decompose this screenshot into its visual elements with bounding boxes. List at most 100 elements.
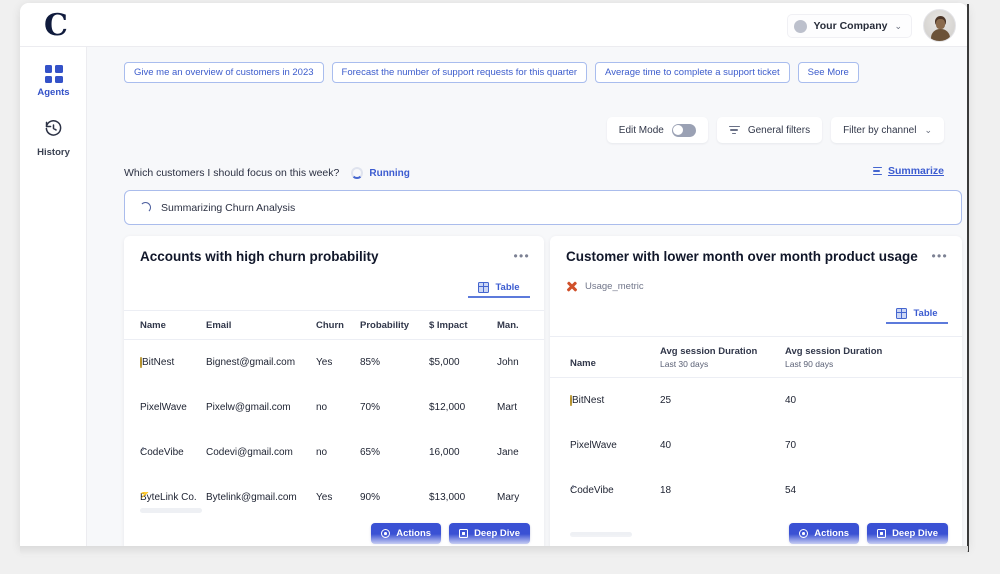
table-row[interactable]: CodeVibe Codevi@gmail.com no 65% 16,000 … [124,430,544,475]
column-header-manager: Man. [497,320,519,331]
chevron-down-icon: ⌄ [924,124,932,135]
card-menu-icon[interactable]: ••• [931,250,948,262]
cell-name: PixelWave [550,440,660,451]
card-menu-icon[interactable]: ••• [513,250,530,262]
table-row[interactable]: PixelWave Pixelw@gmail.com no 70% $12,00… [124,385,544,430]
tab-table-label: Table [913,308,938,319]
column-header-impact: $ Impact [429,320,468,331]
cell-impact: $12,000 [429,402,466,413]
main-content: Give me an overview of customers in 2023… [87,47,968,548]
column-header-avg-30: Avg session Duration Last 30 days [660,346,785,369]
column-header-email: Email [206,320,232,331]
page-title: Customer with lower month over month pro… [566,249,918,264]
query-status: Running [351,167,410,179]
edit-mode-control[interactable]: Edit Mode [606,117,708,143]
edit-mode-toggle[interactable] [671,123,696,137]
cell-email: Pixelw@gmail.com [206,402,291,413]
company-avatar-icon [793,19,807,33]
user-avatar[interactable] [923,9,956,42]
cell-name-label: BitNest [142,357,175,368]
cell-name-label: CodeVibe [570,485,614,496]
tab-table-label: Table [495,282,520,293]
column-header-avg-90-main: Avg session Duration [785,346,883,357]
cell-probability: 70% [360,402,381,413]
usage-table: Name Avg session Duration Last 30 days A… [550,336,962,513]
app-logo: C [44,8,68,43]
tab-underline [468,296,530,298]
controls-row: Edit Mode General filters Filter by chan… [606,117,944,143]
table-icon [896,308,908,319]
table-icon [478,282,490,293]
status-banner: Summarizing Churn Analysis [124,190,962,225]
company-selector[interactable]: Your Company ⌄ [786,14,912,38]
screen-root: C Your Company ⌄ Agents History Give me … [0,0,1000,574]
cell-avg-90: 40 [785,395,797,406]
cell-probability: 65% [360,447,381,458]
query-status-label: Running [369,167,410,179]
cell-manager: Mary [497,492,520,503]
cell-name-label: PixelWave [570,440,617,451]
cell-name: CodeVibe [124,447,206,458]
cell-churn: no [316,447,328,458]
cell-churn: Yes [316,492,333,503]
table-row[interactable]: ByteLink Co. Bytelink@gmail.com Yes 90% … [124,475,544,520]
suggestion-chip-1[interactable]: Give me an overview of customers in 2023 [124,62,324,83]
spinner-icon [140,202,151,213]
filter-by-channel-select[interactable]: Filter by channel ⌄ [831,117,944,143]
filter-by-channel-label: Filter by channel [843,124,917,136]
card-churn-probability: Accounts with high churn probability •••… [124,236,544,548]
cell-name: BitNest [124,357,206,368]
status-banner-text: Summarizing Churn Analysis [161,201,296,214]
cell-avg-30: 25 [660,395,672,406]
card-product-usage: Customer with lower month over month pro… [550,236,962,548]
sidebar-item-agents-label: Agents [37,87,70,98]
avatar-face-shape [936,19,945,29]
cell-email: Bignest@gmail.com [206,357,296,368]
column-header-churn: Churn [316,320,344,331]
table-header-row: Name Email Churn Probability $ Impact Ma… [124,310,544,340]
summarize-button[interactable]: Summarize [872,165,944,177]
sidebar-item-history-label: History [37,147,70,158]
see-more-button[interactable]: See More [797,62,859,83]
cell-manager: Jane [497,447,519,458]
sidebar-item-history[interactable]: History [20,119,87,158]
window-bottom-edge [20,546,968,556]
column-header-probability: Probability [360,320,410,331]
coin-badge-icon [140,357,142,368]
loading-placeholder-bar [140,508,202,513]
summarize-icon [872,166,882,176]
usage-metric-chip[interactable]: Usage_metric [566,280,644,293]
general-filters-button[interactable]: General filters [716,117,823,143]
tab-underline [886,322,948,324]
cell-churn: Yes [316,357,333,368]
churn-table: Name Email Churn Probability $ Impact Ma… [124,310,544,520]
app-window: C Your Company ⌄ Agents History Give me … [20,3,968,548]
edit-mode-label: Edit Mode [618,124,664,136]
cell-impact: $13,000 [429,492,466,503]
suggestion-chip-2[interactable]: Forecast the number of support requests … [331,62,588,83]
cell-probability: 90% [360,492,381,503]
cell-manager: Mart [497,402,517,413]
cell-avg-30: 40 [660,440,672,451]
cell-avg-30: 18 [660,485,672,496]
sidebar-item-agents[interactable]: Agents [20,65,87,98]
column-header-avg-90-sub: Last 90 days [785,359,834,369]
tab-table[interactable]: Table [886,308,948,324]
table-row[interactable]: BitNest 25 40 [550,378,962,423]
table-row[interactable]: PixelWave 40 70 [550,423,962,468]
table-row[interactable]: CodeVibe 18 54 [550,468,962,513]
suggestion-chip-3[interactable]: Average time to complete a support ticke… [595,62,790,83]
cell-email: Codevi@gmail.com [206,447,293,458]
query-row: Which customers I should focus on this w… [124,167,410,179]
cell-email: Bytelink@gmail.com [206,492,297,503]
table-row[interactable]: BitNest Bignest@gmail.com Yes 85% $5,000… [124,340,544,385]
tab-table[interactable]: Table [468,282,530,298]
usage-metric-label: Usage_metric [585,280,644,292]
left-sidebar: Agents History [20,47,87,548]
page-title: Accounts with high churn probability [140,249,379,264]
cell-name: BitNest [550,395,660,406]
history-clock-icon [44,119,63,143]
cell-name: CodeVibe [550,485,660,496]
company-name-label: Your Company [813,20,888,32]
cell-name: PixelWave [124,402,206,413]
